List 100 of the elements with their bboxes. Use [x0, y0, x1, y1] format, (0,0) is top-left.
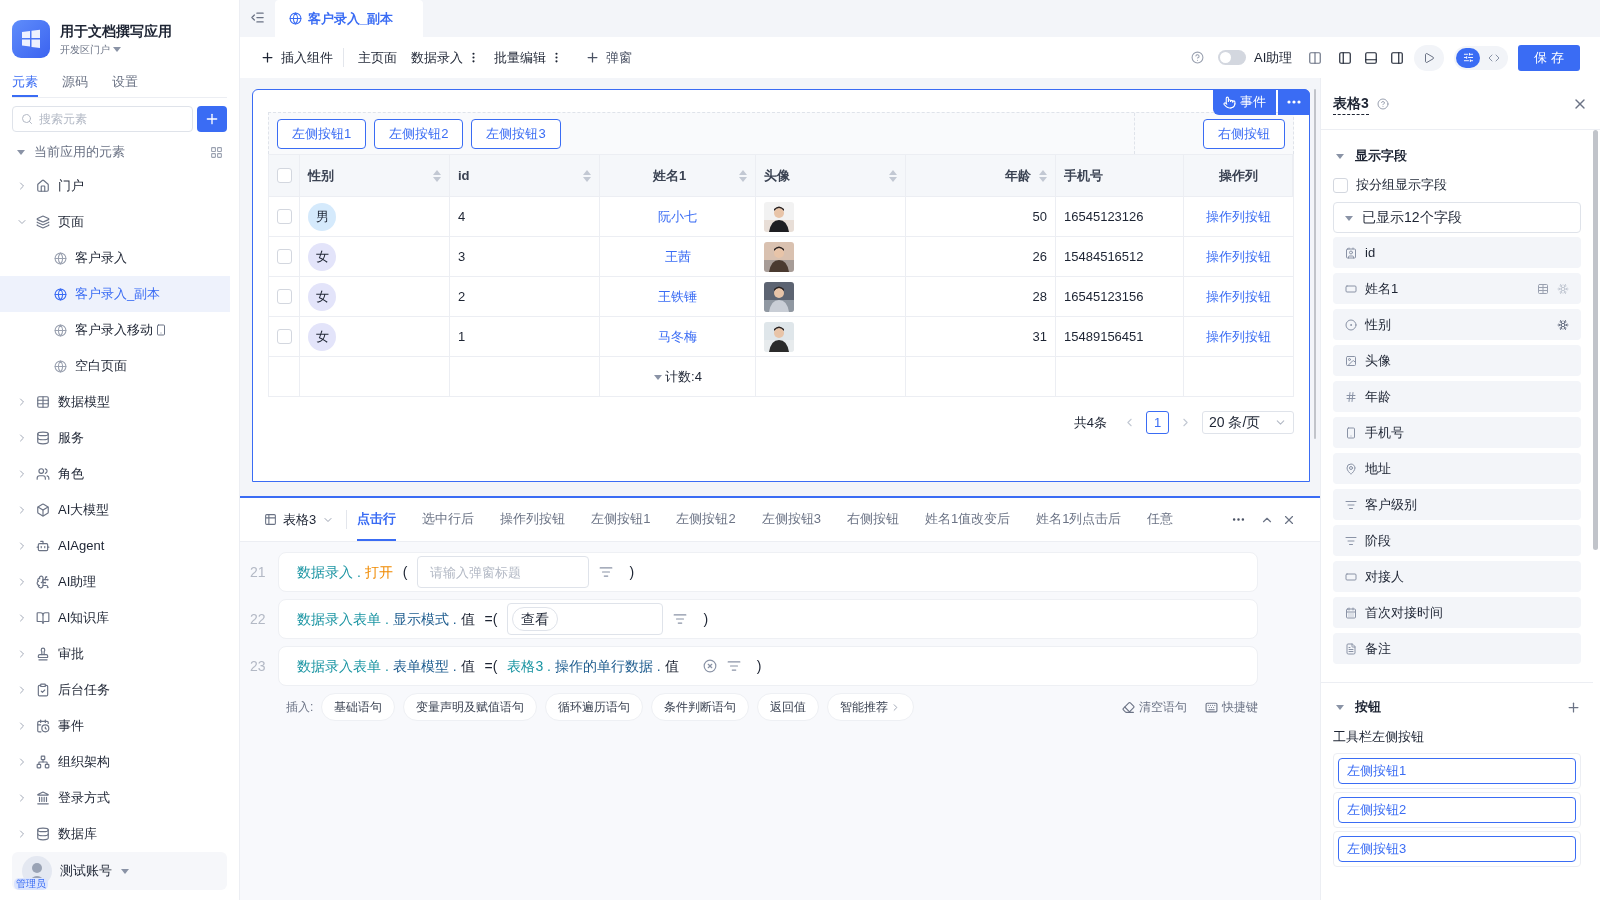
tree-item[interactable]: 审批: [0, 636, 239, 673]
field-item[interactable]: 年龄: [1333, 381, 1581, 412]
scrollbar[interactable]: [1314, 89, 1316, 439]
code-token[interactable]: 值: [664, 655, 679, 677]
code-token[interactable]: 表格3 .: [507, 655, 551, 677]
account-card[interactable]: 管理员 测试账号: [12, 852, 227, 890]
design-mode-button[interactable]: [1456, 47, 1481, 68]
plus-icon[interactable]: [1566, 699, 1581, 715]
code-token[interactable]: 值: [460, 655, 475, 677]
toolbar-menu[interactable]: 数据录入: [411, 47, 480, 68]
event-tab[interactable]: 任意: [1147, 498, 1174, 541]
editor-tab[interactable]: 客户录入_副本: [275, 0, 423, 37]
tree-item[interactable]: 角色: [0, 456, 239, 493]
save-button[interactable]: 保 存: [1518, 44, 1580, 71]
ai-toggle[interactable]: [1218, 50, 1247, 65]
panel-right-icon[interactable]: [1390, 50, 1405, 65]
toolbar-button[interactable]: 左侧按钮2: [374, 118, 464, 149]
field-item[interactable]: 备注: [1333, 633, 1581, 664]
insert-option[interactable]: 基础语句: [321, 693, 396, 721]
toolbar-button[interactable]: 左侧按钮1: [277, 118, 367, 149]
more-button[interactable]: [1278, 89, 1310, 115]
event-tab[interactable]: 选中行后: [422, 498, 475, 541]
page-item[interactable]: 客户录入_副本: [0, 276, 230, 313]
insert-option[interactable]: 条件判断语句: [651, 693, 750, 721]
sidebar-tab[interactable]: 元素: [12, 71, 38, 98]
summary-count[interactable]: 计数:4: [665, 366, 702, 387]
sort-icon[interactable]: [583, 168, 591, 183]
action-link[interactable]: 操作列按钮: [1206, 286, 1271, 307]
preview-button[interactable]: [1414, 44, 1445, 71]
panel-bottom-icon[interactable]: [1364, 50, 1379, 65]
clear-icon[interactable]: [702, 659, 717, 673]
panel-action[interactable]: 快捷键: [1205, 698, 1258, 716]
tree-item[interactable]: 数据库: [0, 816, 239, 853]
event-tab[interactable]: 右侧按钮: [846, 498, 899, 541]
table-component[interactable]: 事件 左侧按钮1 左侧按钮2 左侧按钮3 右侧按钮 性别 id 姓名1 头像 年龄 手机号 操作列 男 4 阮小七 50 16545123126 操作列按钮 女 3 王茜 26 15484516512 操作列按钮 女 2 王铁锤 28 16545123156 操作列按钮 女 1 马冬梅 31 15489156451 操作列按钮 计数:4 共4条 1 20 条/页: [252, 89, 1310, 482]
insert-component-button[interactable]: 插入组件: [260, 47, 344, 68]
input-field[interactable]: 查看: [507, 603, 664, 635]
toolbar-menu[interactable]: 批量编辑: [494, 47, 563, 68]
sidebar-tab[interactable]: 设置: [112, 71, 138, 98]
checkbox[interactable]: [276, 168, 292, 183]
search-field[interactable]: 搜索元素: [12, 106, 193, 133]
event-tab[interactable]: 点击行: [357, 498, 397, 541]
tree-item[interactable]: 页面: [0, 204, 239, 241]
event-tab[interactable]: 操作列按钮: [500, 498, 566, 541]
tree-item[interactable]: AI助理: [0, 564, 239, 601]
field-item[interactable]: 地址: [1333, 453, 1581, 484]
event-tab[interactable]: 左侧按钮3: [761, 498, 821, 541]
insert-option[interactable]: 循环遍历语句: [545, 693, 644, 721]
tree-item[interactable]: 门户: [0, 168, 239, 205]
event-tab[interactable]: 左侧按钮2: [676, 498, 736, 541]
snowflake-icon[interactable]: [1557, 318, 1569, 331]
code-token[interactable]: 数据录入表单 .: [297, 655, 389, 677]
code-token[interactable]: 值: [460, 608, 475, 630]
insert-option[interactable]: 变量声明及赋值语句: [403, 693, 538, 721]
input-field[interactable]: 请输入弹窗标题: [417, 556, 590, 588]
tree-item[interactable]: 后台任务: [0, 672, 239, 709]
sidebar-tab[interactable]: 源码: [62, 71, 88, 98]
panel-action[interactable]: 清空语句: [1122, 698, 1187, 716]
collapse-icon[interactable]: [250, 10, 265, 25]
checkbox[interactable]: [1333, 177, 1348, 193]
toolbar-button[interactable]: 左侧按钮3: [471, 118, 561, 149]
insert-option[interactable]: 返回值: [757, 693, 820, 721]
button-entry[interactable]: 左侧按钮1: [1338, 757, 1576, 784]
field-item[interactable]: 对接人: [1333, 561, 1581, 592]
name-link[interactable]: 王茜: [664, 246, 691, 267]
tree-item[interactable]: 事件: [0, 708, 239, 745]
action-link[interactable]: 操作列按钮: [1206, 246, 1271, 267]
toolbar-button[interactable]: 右侧按钮: [1203, 118, 1285, 149]
page-item[interactable]: 客户录入: [0, 240, 230, 277]
event-tab[interactable]: 姓名1值改变后: [924, 498, 1011, 541]
tree-item[interactable]: AIAgent: [0, 528, 239, 565]
columns-icon[interactable]: [1308, 50, 1323, 65]
name-link[interactable]: 阮小七: [658, 206, 697, 227]
page-size-select[interactable]: 20 条/页: [1202, 411, 1294, 434]
code-token[interactable]: 显示模式 .: [392, 608, 457, 630]
field-item[interactable]: id: [1333, 237, 1581, 268]
page-item[interactable]: 空白页面: [0, 348, 230, 385]
code-token[interactable]: 操作的单行数据 .: [555, 655, 661, 677]
section-title[interactable]: 按钮: [1355, 697, 1556, 717]
page-button[interactable]: 1: [1146, 411, 1169, 434]
code-token[interactable]: 数据录入表单 .: [297, 608, 389, 630]
help-icon[interactable]: [1191, 51, 1205, 64]
fields-dropdown[interactable]: 已显示12个字段: [1333, 202, 1581, 233]
name-link[interactable]: 马冬梅: [658, 326, 697, 347]
tree-item[interactable]: 组织架构: [0, 744, 239, 781]
tree-item[interactable]: AI知识库: [0, 600, 239, 637]
sort-icon[interactable]: [739, 168, 747, 183]
sort-icon[interactable]: [889, 168, 897, 183]
field-item[interactable]: 手机号: [1333, 417, 1581, 448]
popup-button[interactable]: 弹窗: [585, 47, 632, 68]
workspace-dropdown[interactable]: 开发区门户: [60, 41, 172, 57]
action-link[interactable]: 操作列按钮: [1206, 326, 1271, 347]
event-tab[interactable]: 左侧按钮1: [591, 498, 651, 541]
button-entry[interactable]: 左侧按钮2: [1338, 796, 1576, 823]
checkbox[interactable]: [276, 209, 292, 224]
section-title[interactable]: 显示字段: [1355, 146, 1407, 166]
tree-item[interactable]: 登录方式: [0, 780, 239, 817]
code-token[interactable]: 表单模型 .: [392, 655, 457, 677]
help-icon[interactable]: [1376, 97, 1389, 110]
code-token[interactable]: 数据录入 .: [297, 561, 361, 583]
